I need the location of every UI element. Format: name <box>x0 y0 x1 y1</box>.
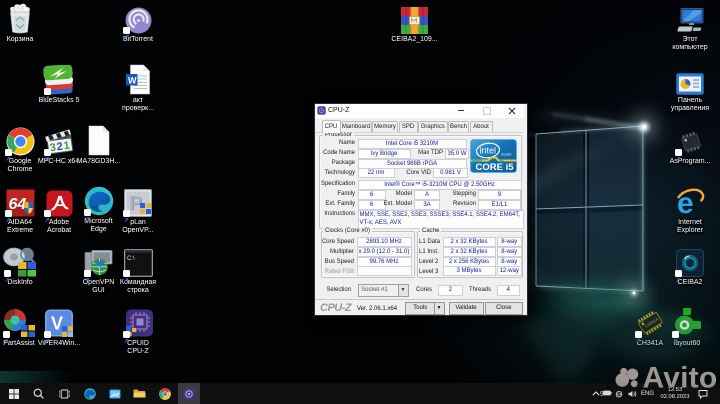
svg-text:Avito: Avito <box>643 362 718 393</box>
svg-text:CORE i5: CORE i5 <box>476 162 515 173</box>
svg-text:intel: intel <box>480 146 497 156</box>
svg-text:inside: inside <box>501 152 512 157</box>
svg-text:W: W <box>128 76 137 86</box>
svg-text:V: V <box>51 313 63 333</box>
svg-text:C:\: C:\ <box>127 256 135 262</box>
